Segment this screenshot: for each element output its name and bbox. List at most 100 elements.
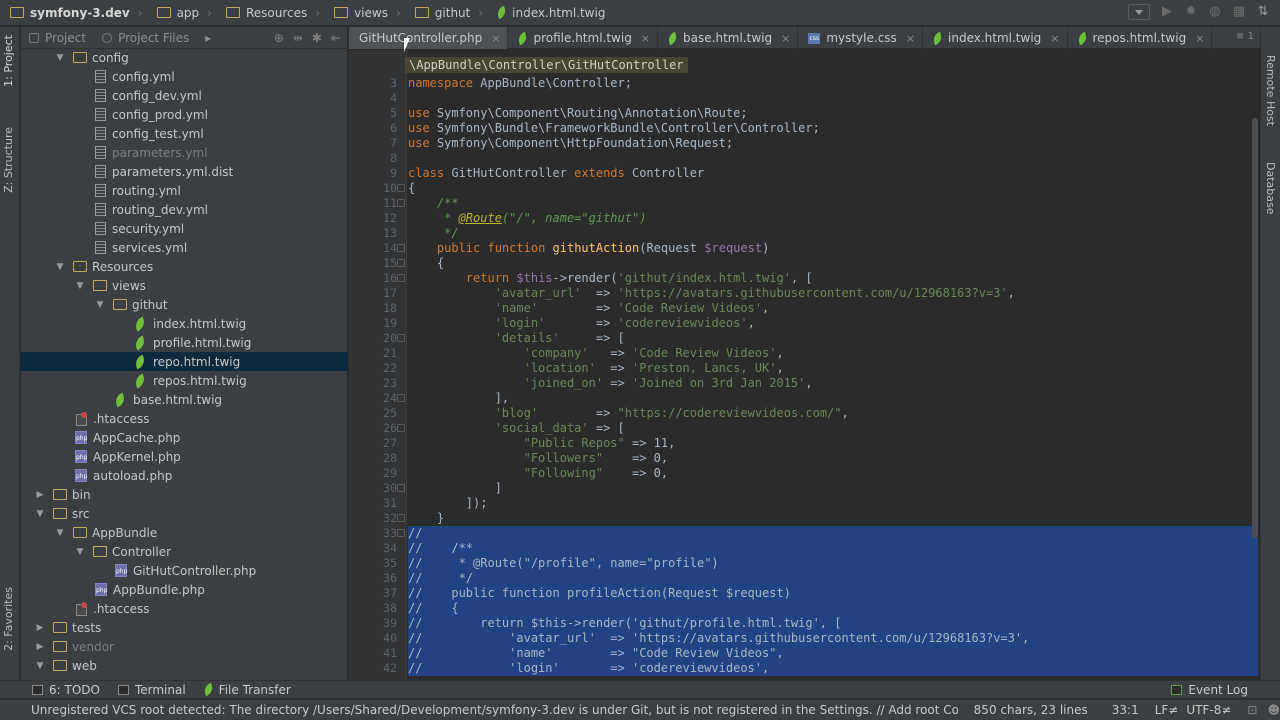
event-log-tool-button[interactable]: Event Log: [1171, 683, 1248, 697]
editor-scrollbar[interactable]: [1250, 50, 1260, 680]
code-line[interactable]: ]: [408, 481, 1258, 496]
scroll-thumb[interactable]: [1252, 118, 1258, 538]
expand-arrow-icon[interactable]: ▼: [35, 509, 45, 519]
tree-item[interactable]: repos.html.twig: [21, 371, 348, 390]
line-separator[interactable]: LF≠: [1155, 703, 1179, 717]
vcs-update-icon[interactable]: ⇅: [1256, 5, 1270, 19]
tree-item[interactable]: profile.html.twig: [21, 333, 348, 352]
breadcrumb-item-file[interactable]: index.html.twig: [487, 0, 609, 26]
code-line[interactable]: use Symfony\Bundle\FrameworkBundle\Contr…: [408, 121, 1258, 136]
todo-tool-button[interactable]: 6: TODO: [32, 683, 100, 697]
collapse-all-icon[interactable]: ⇹: [293, 31, 303, 45]
tree-item[interactable]: ▼ Resources: [21, 257, 348, 276]
code-line[interactable]: * @Route("/", name="githut"): [408, 211, 1258, 226]
terminal-tool-button[interactable]: Terminal: [117, 683, 186, 697]
tree-item[interactable]: ▶ vendor: [21, 637, 348, 656]
tree-item[interactable]: repo.html.twig: [21, 352, 348, 371]
status-message[interactable]: Unregistered VCS root detected: The dire…: [31, 703, 958, 717]
fold-marker-icon[interactable]: [397, 199, 405, 207]
close-tab-icon[interactable]: ×: [906, 32, 915, 45]
fold-marker-icon[interactable]: [397, 424, 405, 432]
collapse-arrow-icon[interactable]: ▶: [35, 490, 45, 500]
scroll-from-source-icon[interactable]: ⊕: [274, 31, 284, 45]
tree-item[interactable]: php AppBundle.php: [21, 580, 348, 599]
code-line[interactable]: "Public Repos" => 11,: [408, 436, 1258, 451]
code-line[interactable]: // public function profileAction(Request…: [408, 586, 1258, 601]
code-line[interactable]: // /**: [408, 541, 1258, 556]
file-transfer-tool-button[interactable]: File Transfer: [202, 683, 291, 697]
code-line[interactable]: ],: [408, 391, 1258, 406]
code-line[interactable]: 'company' => 'Code Review Videos',: [408, 346, 1258, 361]
code-line[interactable]: use Symfony\Component\Routing\Annotation…: [408, 106, 1258, 121]
code-line[interactable]: // {: [408, 601, 1258, 616]
code-line[interactable]: //: [408, 526, 1258, 541]
fold-marker-icon[interactable]: [397, 334, 405, 342]
fold-marker-icon[interactable]: [397, 274, 405, 282]
tree-item[interactable]: .htaccess: [21, 409, 348, 428]
code-line[interactable]: 'name' => 'Code Review Videos',: [408, 301, 1258, 316]
debug-icon[interactable]: ✹: [1184, 5, 1198, 19]
fold-marker-icon[interactable]: [397, 484, 405, 492]
fold-marker-icon[interactable]: [397, 259, 405, 267]
code-line[interactable]: // * @Route("/profile", name="profile"): [408, 556, 1258, 571]
code-editor[interactable]: 3 4 5 6 7 8 9 10 11 12 13 14 15 16 17 18 19 20 21 22 23 24 25 2…: [349, 50, 1260, 680]
remote-host-tool-tab[interactable]: Remote Host: [1264, 55, 1277, 126]
tree-item[interactable]: config.yml: [21, 67, 348, 86]
project-tool-tab[interactable]: 1: Project: [2, 35, 15, 87]
editor-tab[interactable]: profile.html.twig ×: [508, 27, 659, 49]
coverage-icon[interactable]: ◍: [1208, 5, 1222, 19]
tree-item[interactable]: ▼ src: [21, 504, 348, 523]
code-line[interactable]: namespace AppBundle\Controller;: [408, 76, 1258, 91]
hide-panel-icon[interactable]: ⇤: [331, 31, 341, 45]
expand-arrow-icon[interactable]: ▼: [55, 262, 65, 272]
editor-tab[interactable]: GitHutController.php ×: [349, 27, 509, 49]
code-line[interactable]: // return $this->render('githut/profile.…: [408, 616, 1258, 631]
tree-item[interactable]: index.html.twig: [21, 314, 348, 333]
breadcrumb-item-views[interactable]: views ›: [324, 0, 405, 26]
run-configuration-dropdown[interactable]: [1128, 4, 1150, 20]
tab-project-files[interactable]: Project Files: [94, 27, 197, 49]
tree-item[interactable]: ▼ config: [21, 48, 348, 67]
code-line[interactable]: [408, 91, 1258, 106]
code-line[interactable]: 'login' => 'codereviewvideos',: [408, 316, 1258, 331]
close-tab-icon[interactable]: ×: [491, 32, 500, 45]
editor-tab[interactable]: index.html.twig ×: [923, 27, 1068, 49]
tree-item[interactable]: routing_dev.yml: [21, 200, 348, 219]
breadcrumb-item-githut[interactable]: githut ›: [405, 0, 487, 26]
code-line[interactable]: "Following" => 0,: [408, 466, 1258, 481]
tree-item[interactable]: services.yml: [21, 238, 348, 257]
tab-project-view[interactable]: Project: [21, 27, 94, 49]
fold-marker-icon[interactable]: [397, 244, 405, 252]
editor-tab[interactable]: repos.html.twig ×: [1068, 27, 1213, 49]
code-line[interactable]: 'blog' => "https://codereviewvideos.com/…: [408, 406, 1258, 421]
fold-marker-icon[interactable]: [397, 514, 405, 522]
code-line[interactable]: 'details' => [: [408, 331, 1258, 346]
tree-item[interactable]: ▼ Controller: [21, 542, 348, 561]
tree-item[interactable]: routing.yml: [21, 181, 348, 200]
caret-position[interactable]: 33:1: [1112, 703, 1139, 717]
expand-arrow-icon[interactable]: ▼: [35, 661, 45, 671]
editor-tab[interactable]: css mystyle.css ×: [798, 27, 924, 49]
tree-item[interactable]: ▼ githut: [21, 295, 348, 314]
code-line[interactable]: // */: [408, 571, 1258, 586]
code-line[interactable]: {: [408, 181, 1258, 196]
code-line[interactable]: [408, 151, 1258, 166]
code-line[interactable]: */: [408, 226, 1258, 241]
collapse-arrow-icon[interactable]: ▶: [35, 642, 45, 652]
structure-tool-tab[interactable]: Z: Structure: [2, 127, 15, 193]
inspector-icon[interactable]: ☻: [1267, 703, 1280, 717]
code-line[interactable]: // 'name' => "Code Review Videos",: [408, 646, 1258, 661]
more-views-arrow[interactable]: ▸: [197, 27, 219, 49]
breadcrumb-item-app[interactable]: app ›: [147, 0, 216, 26]
code-line[interactable]: 'social_data' => [: [408, 421, 1258, 436]
code-line[interactable]: "Followers" => 0,: [408, 451, 1258, 466]
tree-item[interactable]: ▼ views: [21, 276, 348, 295]
close-tab-icon[interactable]: ×: [781, 32, 790, 45]
tree-item[interactable]: security.yml: [21, 219, 348, 238]
tree-item[interactable]: config_dev.yml: [21, 86, 348, 105]
favorites-tool-tab[interactable]: 2: Favorites: [2, 587, 15, 651]
tree-item[interactable]: config_test.yml: [21, 124, 348, 143]
tree-item[interactable]: php AppCache.php: [21, 428, 348, 447]
tree-item[interactable]: parameters.yml.dist: [21, 162, 348, 181]
file-encoding[interactable]: UTF-8≠: [1186, 703, 1231, 717]
